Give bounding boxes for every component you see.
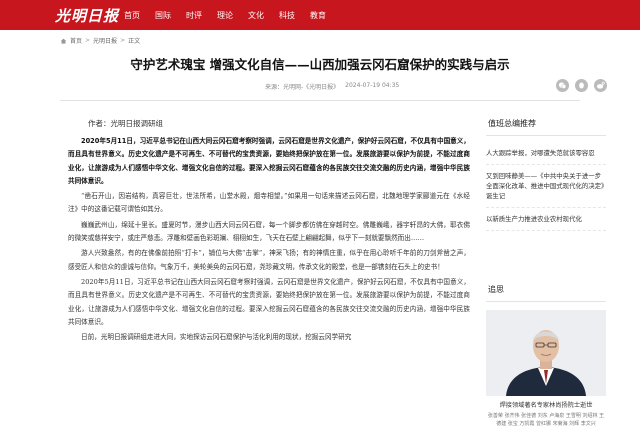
breadcrumb-separator: >: [85, 37, 91, 44]
article-meta: 来源：光明网-《光明日报》 2024-07-19 04:35: [265, 82, 399, 91]
share-qq-icon[interactable]: [575, 79, 588, 92]
home-icon: [60, 38, 67, 44]
memorial-photo[interactable]: [486, 310, 606, 396]
recommend-item[interactable]: 以新质生产力推进农业农村现代化: [486, 208, 606, 231]
breadcrumb-home[interactable]: 首页: [70, 36, 82, 45]
title-divider: [60, 100, 580, 101]
breadcrumb-separator: >: [120, 37, 126, 44]
recommend-item[interactable]: 人大跟踪举报，对哪遭失范就该零容忍: [486, 142, 606, 165]
memorial-block: 追思 焊接领域著名专家林尚扬院士逝世 张善荣 张齐伟 张佳德 刘东 卢海泉 王雪…: [486, 284, 606, 428]
breadcrumb-gmrb[interactable]: 光明日报: [93, 36, 117, 45]
article-date: 2024-07-19 04:35: [345, 82, 400, 89]
article-paragraph: 2020年5月11日，习近平总书记在山西大同云冈石窟考察时强调，云冈石窟是世界文…: [68, 137, 470, 185]
portrait-illustration: [486, 310, 606, 396]
site-logo[interactable]: 光明日报: [55, 4, 119, 26]
breadcrumb-current: 正文: [128, 38, 141, 45]
nav-education[interactable]: 教育: [310, 10, 326, 21]
breadcrumb: 首页 > 光明日报 > 正文: [60, 36, 140, 45]
recommend-list: 人大跟踪举报，对哪遭失范就该零容忍 又到回味静美——《中共中央关于进一步全面深化…: [486, 142, 606, 231]
article-paragraph: 游人兴致盎然，有的在佛像前拍照“打卡”，铺位与大佛“击掌”，神采飞扬；有的神情庄…: [68, 249, 470, 271]
recommend-item[interactable]: 又到回味静美——《中共中央关于进一步全面深化改革、推进中国式现代化的决定》诞生记: [486, 165, 606, 208]
article-author: 作者：光明日报调研组: [88, 119, 163, 128]
nav-technology[interactable]: 科技: [279, 10, 295, 21]
main-nav: 首页 国际 时评 理论 文化 科技 教育: [124, 0, 341, 30]
share-wechat-icon[interactable]: [556, 79, 569, 92]
article-body: 作者：光明日报调研组 2020年5月11日，习近平总书记在山西大同云冈石窟考察时…: [68, 118, 470, 346]
article-paragraph: 2020年5月11日，习近平总书记在山西大同云冈石窟考察时强调，云冈石窟是世界文…: [68, 277, 470, 326]
nav-theory[interactable]: 理论: [217, 10, 233, 21]
nav-home[interactable]: 首页: [124, 10, 140, 21]
memorial-names: 张善荣 张齐伟 张佳德 刘东 卢海泉 王雪明 刘绍林 王德建 张宝 万凯霞 曾红…: [487, 413, 605, 427]
share-weibo-icon[interactable]: [594, 79, 607, 92]
article-paragraph: “凿石开山，因岩结构，真容巨壮，世法所希，山堂水殿，烟寺相望。”如果用一句话来描…: [68, 192, 470, 214]
nav-culture[interactable]: 文化: [248, 10, 264, 21]
article-title: 守护艺术瑰宝 增强文化自信——山西加强云冈石窟保护的实践与启示: [130, 57, 510, 72]
logo-text: 光明日报: [55, 6, 120, 25]
sidebar: 值班总编推荐 人大跟踪举报，对哪遭失范就该零容忍 又到回味静美——《中共中央关于…: [486, 118, 606, 427]
article-source: 来源：光明网-《光明日报》: [265, 84, 340, 91]
nav-commentary[interactable]: 时评: [186, 10, 202, 21]
article-paragraph: 日前，光明日报调研组走进大同，实地探访云冈石窟保护与活化利用的现状，挖掘云冈学研…: [81, 333, 352, 342]
nav-international[interactable]: 国际: [155, 10, 171, 21]
memorial-caption[interactable]: 焊接领域著名专家林尚扬院士逝世: [486, 400, 606, 409]
top-nav-bar: 光明日报 首页 国际 时评 理论 文化 科技 教育: [0, 0, 640, 30]
recommend-heading: 值班总编推荐: [486, 118, 606, 136]
share-buttons: [556, 79, 607, 92]
memorial-heading: 追思: [486, 284, 606, 302]
article-paragraph: 巍巍武州山，绵延十里长。盛夏时节，漫步山西大同云冈石窟，每一个脚步都仿佛在穿越时…: [68, 220, 470, 243]
